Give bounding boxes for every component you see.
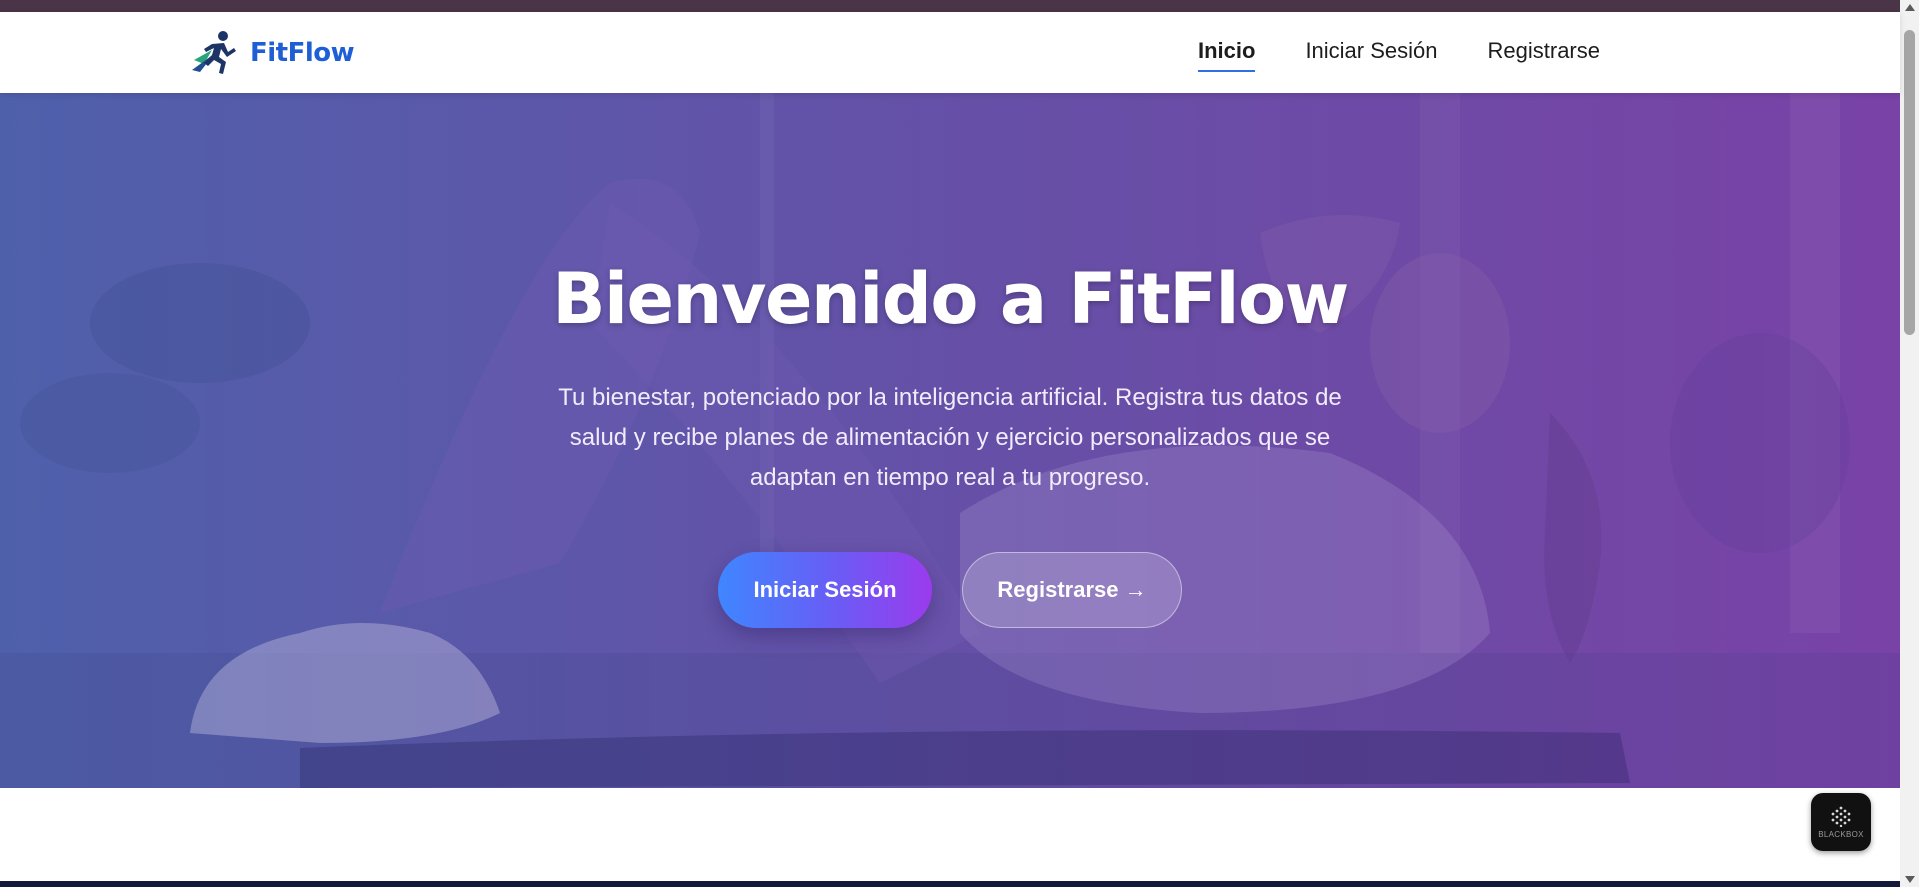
hero-buttons: Iniciar Sesión Registrarse → bbox=[0, 552, 1900, 628]
brand-name: FitFlow bbox=[250, 38, 355, 68]
brand-link[interactable]: FitFlow bbox=[190, 30, 355, 76]
register-button[interactable]: Registrarse → bbox=[962, 552, 1182, 628]
nav-item-registrarse[interactable]: Registrarse bbox=[1488, 38, 1600, 70]
scroll-down-arrow-icon[interactable] bbox=[1905, 876, 1915, 883]
navbar: FitFlow Inicio Iniciar Sesión Registrars… bbox=[0, 12, 1900, 93]
browser-top-strip bbox=[0, 0, 1900, 12]
next-section bbox=[0, 788, 1900, 881]
hero-subtitle: Tu bienestar, potenciado por la intelige… bbox=[558, 384, 1342, 491]
blackbox-widget[interactable]: BLACKBOX bbox=[1811, 793, 1871, 851]
blackbox-label: BLACKBOX bbox=[1818, 830, 1864, 839]
footer-edge bbox=[0, 881, 1900, 887]
nav-item-inicio[interactable]: Inicio bbox=[1197, 38, 1256, 72]
hero-section: Bienvenido a FitFlow Tu bienestar, poten… bbox=[0, 93, 1900, 788]
running-figure-icon bbox=[192, 31, 236, 74]
scroll-up-arrow-icon[interactable] bbox=[1905, 4, 1915, 11]
scrollbar-thumb[interactable] bbox=[1904, 30, 1915, 335]
blackbox-dots-icon bbox=[1831, 806, 1851, 827]
page-scrollbar[interactable] bbox=[1900, 0, 1919, 887]
nav-item-iniciar-sesion[interactable]: Iniciar Sesión bbox=[1305, 38, 1437, 70]
login-button[interactable]: Iniciar Sesión bbox=[718, 552, 932, 628]
main-nav: Inicio Iniciar Sesión Registrarse bbox=[1197, 38, 1600, 72]
hero-content: Bienvenido a FitFlow Tu bienestar, poten… bbox=[0, 258, 1900, 628]
hero-title: Bienvenido a FitFlow bbox=[552, 258, 1349, 340]
